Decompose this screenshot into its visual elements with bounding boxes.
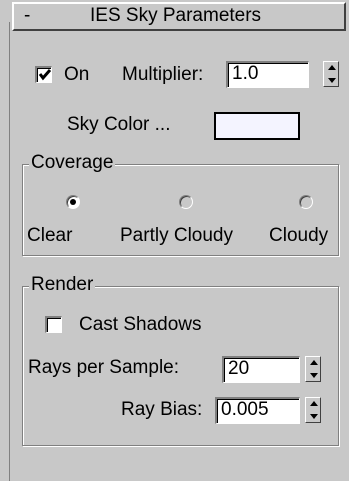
cast-shadows-label: Cast Shadows [79,314,202,335]
render-group-title: Render [29,274,96,296]
on-checkbox[interactable] [35,66,52,83]
multiplier-input[interactable]: 1.0 [226,61,309,88]
spinner-down-icon[interactable] [310,414,318,419]
spinner-up-icon[interactable] [310,401,318,406]
sky-color-swatch[interactable] [214,112,300,140]
rollout-header[interactable]: - IES Sky Parameters [12,2,346,31]
radio-dot-icon [70,199,76,205]
multiplier-spinner[interactable] [323,61,339,87]
coverage-group-title: Coverage [29,152,116,174]
multiplier-label: Multiplier: [122,64,204,85]
cloudy-radio[interactable] [299,195,313,209]
on-label: On [64,64,90,85]
spinner-down-icon[interactable] [310,373,318,378]
collapse-icon[interactable]: - [24,5,30,27]
sky-color-label: Sky Color ... [67,114,171,135]
rollout-frame [9,22,10,481]
rays-per-sample-input[interactable]: 20 [222,356,300,383]
partly-cloudy-label[interactable]: Partly Cloudy [120,225,233,247]
cloudy-label[interactable]: Cloudy [269,225,328,247]
rollout-title: IES Sky Parameters [90,5,262,26]
rays-per-sample-label: Rays per Sample: [28,357,180,378]
spinner-up-icon[interactable] [328,65,336,70]
checkmark-icon [38,69,52,81]
spinner-down-icon[interactable] [328,78,336,83]
clear-label[interactable]: Clear [27,225,72,247]
spinner-up-icon[interactable] [310,360,318,365]
ray-bias-label: Ray Bias: [121,399,203,420]
ray-bias-input[interactable]: 0.005 [215,397,300,424]
ray-bias-spinner[interactable] [305,397,321,423]
clear-radio[interactable] [66,195,80,209]
partly-cloudy-radio[interactable] [179,195,193,209]
cast-shadows-checkbox[interactable] [45,316,62,333]
rays-per-sample-spinner[interactable] [305,356,321,382]
